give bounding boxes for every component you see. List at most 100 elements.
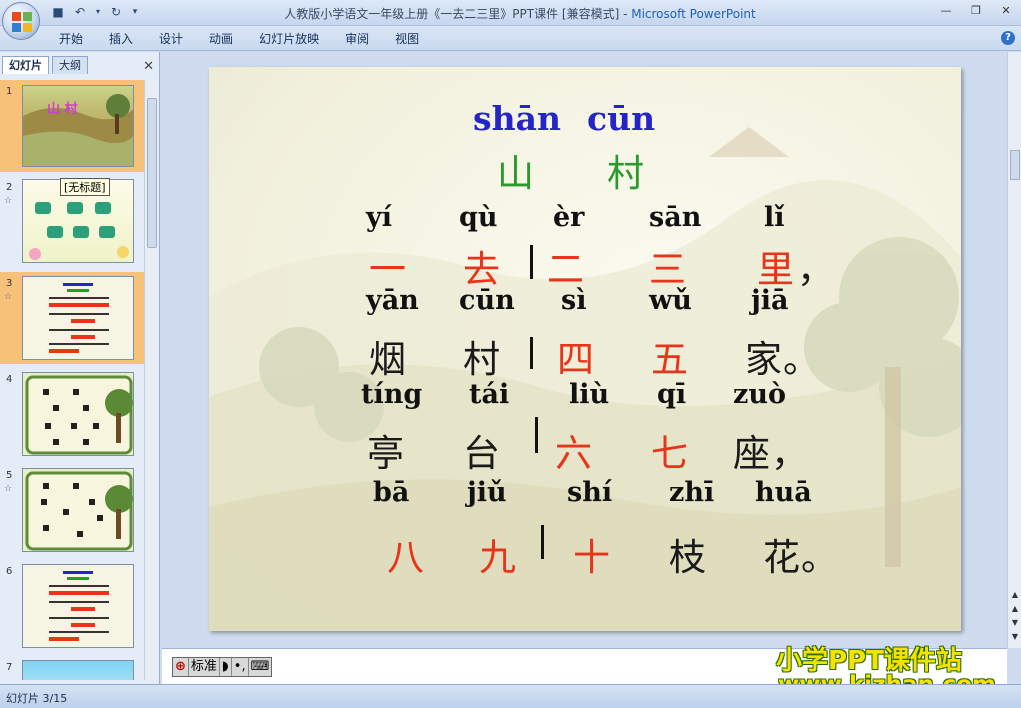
thumbnail-row[interactable]: 7: [0, 656, 144, 680]
pinyin: zuò: [733, 379, 786, 410]
office-logo-icon: [12, 12, 32, 32]
tab-animations[interactable]: 动画: [196, 31, 246, 47]
divider-bar: [530, 245, 533, 279]
hanzi: 烟: [369, 338, 406, 381]
thumbnail-number: 7: [6, 662, 13, 673]
previous-slide-icon[interactable]: ▲: [1009, 590, 1021, 599]
landscape-image: [23, 94, 133, 166]
scrollbar-thumb[interactable]: [1010, 150, 1020, 180]
restore-icon[interactable]: ❐: [965, 3, 987, 19]
thumbnail-row[interactable]: 3 ☆: [0, 272, 144, 364]
tab-view[interactable]: 视图: [382, 31, 432, 47]
thumbnail-row[interactable]: 4: [0, 368, 144, 460]
pinyin: liù: [569, 379, 610, 410]
slide-scrollbar[interactable]: ▲ ▲ ▼ ▼: [1007, 52, 1021, 648]
thumbnail-scrollbar[interactable]: [144, 80, 158, 680]
slide-thumbnail-7[interactable]: [22, 660, 134, 680]
tab-outline[interactable]: 大纲: [52, 56, 88, 74]
next-slide-icon[interactable]: ▼: [1009, 618, 1021, 627]
pinyin: zhī: [669, 477, 715, 508]
status-bar: 幻灯片 3/15: [0, 684, 1021, 708]
redo-icon[interactable]: ↻: [108, 4, 124, 20]
tab-insert[interactable]: 插入: [96, 31, 146, 47]
hanzi: 九: [479, 536, 516, 579]
thumbnail-number: 4: [6, 374, 13, 385]
half-width-icon[interactable]: ◗: [220, 658, 232, 676]
pinyin: qī: [657, 379, 687, 410]
pinyin: lǐ: [764, 202, 785, 233]
pinyin: qù: [459, 202, 498, 233]
minimize-icon[interactable]: —: [935, 3, 957, 19]
pinyin: jiā: [751, 285, 789, 316]
close-icon[interactable]: ✕: [995, 3, 1017, 19]
hanzi: 座: [733, 432, 770, 475]
thumbnail-number: 6: [6, 566, 13, 577]
ime-logo-icon[interactable]: ⊕: [173, 658, 189, 676]
animation-star-icon: ☆: [4, 484, 13, 494]
title-bar: ■ ↶ ▾ ↻ ▾ 人教版小学语文一年级上册《一去二三里》PPT课件 [兼容模式…: [0, 0, 1021, 26]
pane-tabs: 幻灯片 大纲 ✕: [0, 56, 160, 74]
animation-star-icon: ☆: [4, 196, 13, 206]
divider-bar: [541, 525, 544, 559]
pinyin: huā: [755, 477, 812, 508]
undo-icon[interactable]: ↶: [72, 4, 88, 20]
thumbnail-list: 1 山 村 2 ☆ 3 ☆ 4 5 ☆ 6 7: [0, 80, 144, 680]
thumbnail-graphics: [25, 471, 133, 551]
tab-slides[interactable]: 幻灯片: [2, 56, 49, 74]
window-title: 人教版小学语文一年级上册《一去二三里》PPT课件 [兼容模式] - Micros…: [200, 5, 840, 22]
title-pinyin: cūn: [587, 99, 656, 138]
previous-slide-icon[interactable]: ▲: [1009, 604, 1021, 613]
tab-review[interactable]: 审阅: [332, 31, 382, 47]
soft-keyboard-icon[interactable]: ⌨: [249, 658, 272, 676]
document-title: 人教版小学语文一年级上册《一去二三里》PPT课件 [兼容模式] -: [284, 7, 632, 21]
slide-thumbnail-6[interactable]: [22, 564, 134, 648]
pinyin: sān: [649, 202, 702, 233]
thumbnail-row[interactable]: 6: [0, 560, 144, 652]
dropdown-icon[interactable]: ▾: [94, 4, 102, 20]
thumbnail-row[interactable]: 1 山 村: [0, 80, 144, 172]
thumbnail-number: 3: [6, 278, 13, 289]
tab-design[interactable]: 设计: [146, 31, 196, 47]
hanzi: 五: [651, 338, 688, 381]
slide-canvas[interactable]: shān cūn 山 村 yí qù èr sān lǐ 一 去 二 三 里 ，…: [209, 67, 961, 631]
next-slide-icon[interactable]: ▼: [1009, 632, 1021, 641]
punctuation-mode-icon[interactable]: •,: [232, 658, 249, 676]
quick-access-toolbar: ■ ↶ ▾ ↻ ▾: [50, 4, 140, 20]
slide-thumbnail-4[interactable]: [22, 372, 134, 456]
thumbnail-title: 山 村: [47, 102, 78, 117]
hanzi: 四: [557, 338, 594, 381]
hanzi: 花: [763, 536, 800, 579]
pinyin: èr: [553, 202, 585, 233]
hanzi: 七: [651, 432, 688, 475]
pinyin: shí: [567, 477, 613, 508]
hanzi: 十: [573, 536, 610, 579]
help-icon[interactable]: ?: [1001, 31, 1015, 45]
pinyin: wǔ: [649, 285, 692, 316]
customize-qat-icon[interactable]: ▾: [130, 4, 140, 20]
ribbon: 开始 插入 设计 动画 幻灯片放映 审阅 视图 ?: [0, 26, 1021, 51]
pinyin: tíng: [361, 379, 423, 410]
save-icon[interactable]: ■: [50, 4, 66, 20]
slide-thumbnail-3[interactable]: [22, 276, 134, 360]
tab-slideshow[interactable]: 幻灯片放映: [246, 31, 332, 47]
thumbnail-number: 2: [6, 182, 13, 193]
hanzi: 亭: [367, 432, 404, 475]
title-hanzi: 村: [607, 152, 644, 195]
ribbon-tabs: 开始 插入 设计 动画 幻灯片放映 审阅 视图: [46, 31, 432, 47]
office-button[interactable]: [2, 2, 40, 40]
slide-thumbnail-5[interactable]: [22, 468, 134, 552]
tab-home[interactable]: 开始: [46, 31, 96, 47]
close-icon[interactable]: ✕: [143, 59, 154, 74]
thumbnail-number: 1: [6, 86, 13, 97]
thumbnail-text-preview: [49, 571, 109, 641]
divider-bar: [530, 337, 533, 369]
thumbnail-number: 5: [6, 470, 13, 481]
ime-mode[interactable]: 标准: [189, 658, 220, 676]
hanzi: 八: [387, 536, 424, 579]
tooltip: [无标题]: [60, 178, 110, 196]
slide-thumbnail-1[interactable]: 山 村: [22, 85, 134, 167]
thumbnail-row[interactable]: 5 ☆: [0, 464, 144, 556]
animation-star-icon: ☆: [4, 292, 13, 302]
title-hanzi: 山: [497, 152, 534, 195]
scrollbar-thumb[interactable]: [147, 98, 157, 248]
